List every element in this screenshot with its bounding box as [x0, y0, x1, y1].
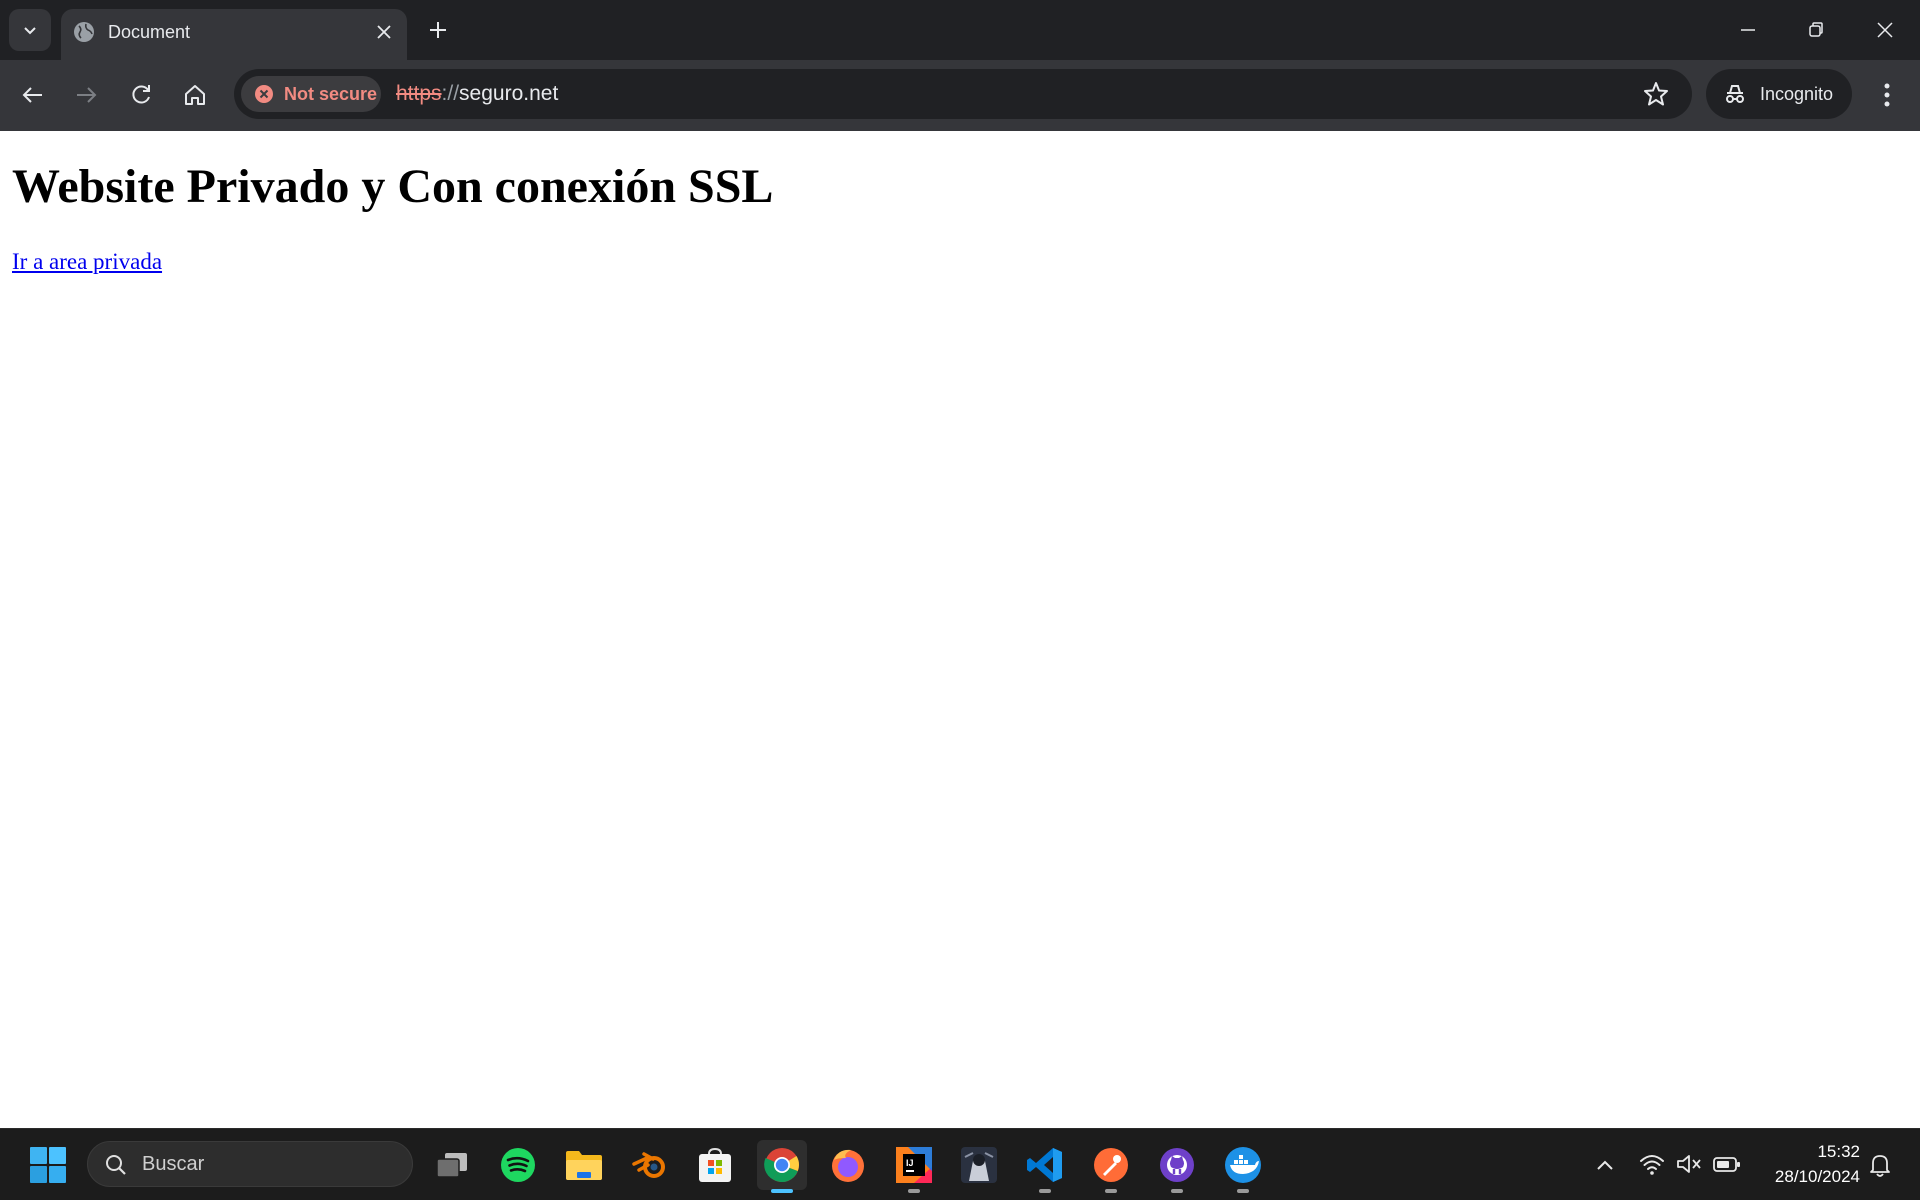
home-icon[interactable] — [180, 80, 210, 110]
volume-muted-icon[interactable] — [1675, 1151, 1703, 1177]
taskbar: Buscar IJ 15:32 28/10/2024 — [0, 1128, 1920, 1200]
taskbar-app-github-desktop[interactable] — [1152, 1140, 1202, 1193]
taskbar-app-microsoft-store[interactable] — [690, 1140, 740, 1190]
task-view-button[interactable] — [427, 1140, 477, 1190]
taskbar-app-postman[interactable] — [1086, 1140, 1136, 1193]
private-area-link[interactable]: Ir a area privada — [12, 249, 162, 275]
notification-bell-icon[interactable] — [1867, 1151, 1893, 1179]
minimize-icon[interactable] — [1733, 15, 1763, 45]
incognito-indicator[interactable]: Incognito — [1706, 69, 1852, 119]
bookmark-star-icon[interactable] — [1642, 80, 1670, 108]
new-tab-icon[interactable] — [426, 18, 450, 42]
clock-date: 28/10/2024 — [1774, 1167, 1860, 1186]
taskbar-app-vs-code[interactable] — [1020, 1140, 1070, 1193]
running-indicator — [1039, 1189, 1051, 1193]
restore-icon[interactable] — [1801, 15, 1831, 45]
store-icon — [699, 1147, 731, 1182]
svg-text:IJ: IJ — [906, 1158, 914, 1168]
incognito-icon — [1726, 85, 1744, 103]
chrome-icon — [764, 1148, 800, 1183]
spotify-icon — [501, 1148, 535, 1182]
windows-start-icon[interactable] — [30, 1147, 66, 1183]
close-icon[interactable] — [373, 21, 395, 43]
taskbar-app-chrome[interactable] — [757, 1140, 807, 1193]
docker-icon — [1225, 1147, 1261, 1183]
search-placeholder: Buscar — [142, 1153, 205, 1175]
back-icon[interactable] — [18, 80, 48, 110]
security-indicator[interactable]: Not secure — [241, 76, 381, 112]
tab-document[interactable]: Document — [61, 9, 407, 60]
taskbar-app-intellij-idea[interactable]: IJ — [889, 1140, 939, 1193]
browser-toolbar: Not secure https://seguro.net Incognito — [0, 60, 1920, 131]
taskbar-app-blender[interactable] — [625, 1140, 675, 1190]
running-indicator — [908, 1189, 920, 1193]
address-bar[interactable]: Not secure https://seguro.net — [234, 69, 1692, 119]
forward-icon[interactable] — [71, 80, 101, 110]
chevron-down-icon — [24, 27, 36, 35]
window-close-icon[interactable] — [1870, 15, 1900, 45]
taskbar-app-spotify[interactable] — [493, 1140, 543, 1190]
blender-icon — [632, 1152, 665, 1178]
url-scheme: https — [396, 82, 442, 105]
system-clock[interactable]: 15:32 28/10/2024 — [1755, 1139, 1860, 1189]
intellij-icon: IJ — [896, 1147, 932, 1183]
firefox-icon — [832, 1149, 864, 1182]
url-text[interactable]: https://seguro.net — [396, 69, 558, 119]
taskbar-app-docker[interactable] — [1218, 1140, 1268, 1193]
running-indicator — [1237, 1189, 1249, 1193]
vscode-icon — [1027, 1148, 1062, 1182]
security-label: Not secure — [284, 83, 378, 104]
tab-title: Document — [108, 22, 191, 42]
wifi-icon[interactable] — [1638, 1151, 1666, 1177]
running-indicator — [1171, 1189, 1183, 1193]
incognito-label: Incognito — [1760, 83, 1834, 104]
battery-icon[interactable] — [1712, 1151, 1742, 1177]
web-page: Website Privado y Con conexión SSL Ir a … — [0, 131, 1920, 1128]
reload-icon[interactable] — [126, 80, 156, 110]
more-menu-icon[interactable] — [1872, 77, 1902, 113]
game-icon — [961, 1147, 997, 1183]
taskbar-app-file-explorer[interactable] — [559, 1140, 609, 1190]
globe-icon — [74, 22, 94, 42]
folder-icon — [566, 1151, 602, 1180]
url-separator: :// — [441, 82, 460, 105]
not-secure-icon — [255, 85, 273, 103]
tab-search-button[interactable] — [9, 9, 51, 51]
taskbar-app-game[interactable] — [954, 1140, 1004, 1190]
running-indicator — [1105, 1189, 1117, 1193]
github-icon — [1160, 1148, 1194, 1182]
running-indicator — [771, 1189, 793, 1193]
url-host: seguro.net — [459, 82, 559, 105]
taskbar-search[interactable]: Buscar — [87, 1141, 413, 1187]
task-view-icon — [436, 1153, 467, 1178]
postman-icon — [1094, 1148, 1128, 1182]
clock-time: 15:32 — [1817, 1142, 1860, 1161]
chevron-up-icon[interactable] — [1594, 1154, 1616, 1176]
tab-strip: Document — [0, 0, 1920, 60]
search-icon — [106, 1155, 126, 1175]
taskbar-app-firefox[interactable] — [823, 1140, 873, 1190]
page-heading: Website Privado y Con conexión SSL — [12, 160, 774, 213]
